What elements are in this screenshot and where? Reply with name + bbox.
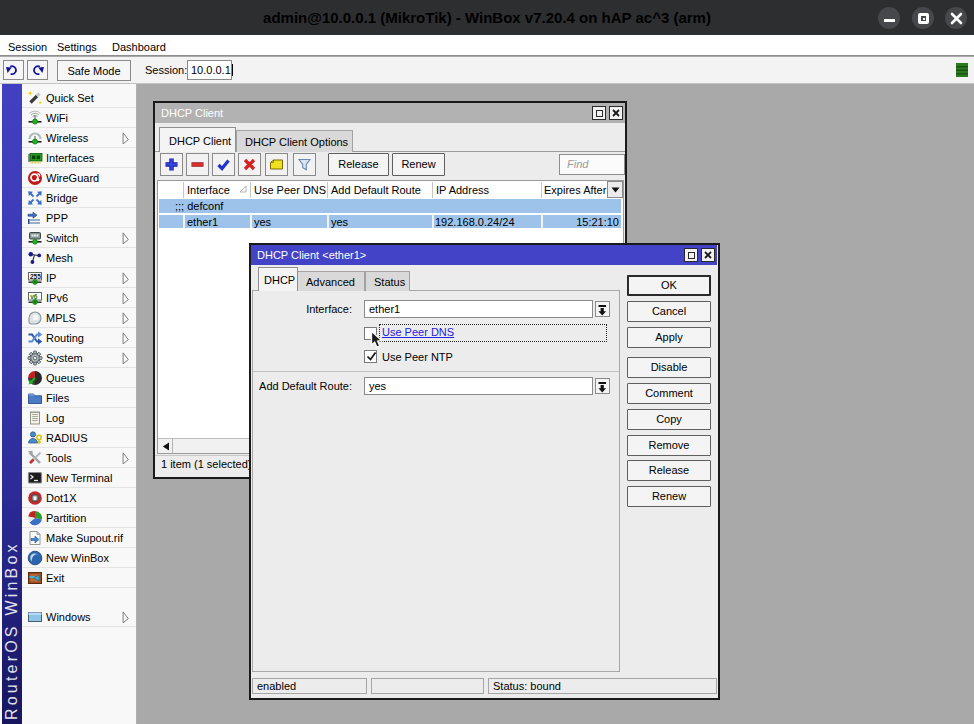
svg-text:255: 255 bbox=[30, 273, 41, 280]
svg-text:v6: v6 bbox=[30, 293, 38, 300]
